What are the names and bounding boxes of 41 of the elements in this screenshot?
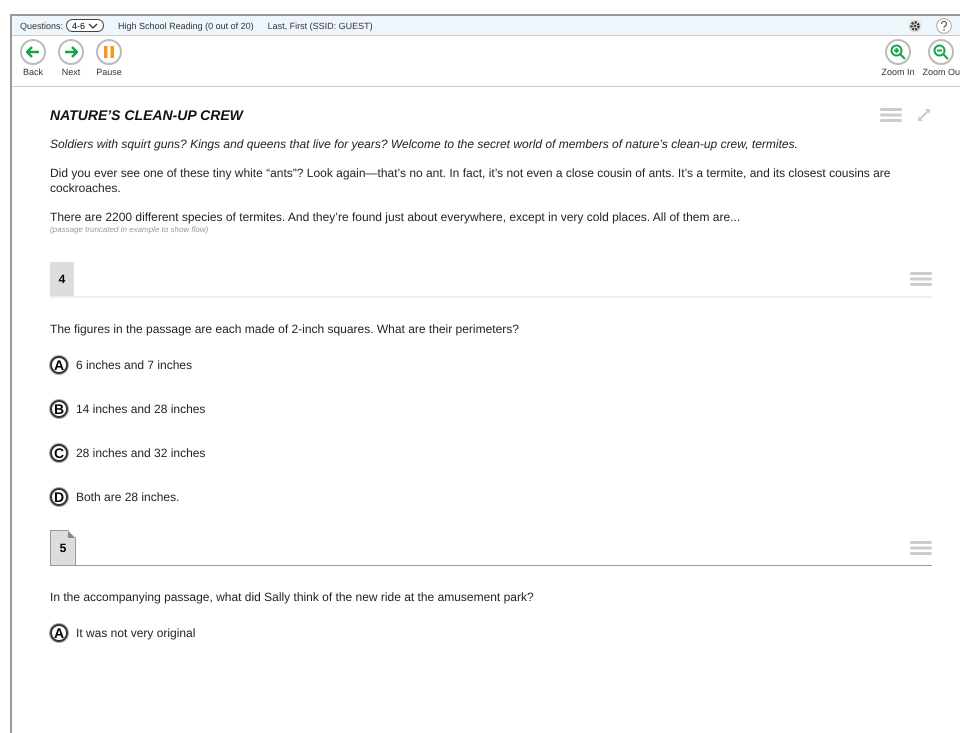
zoom-in-icon (890, 44, 906, 60)
option-letter: B (50, 400, 68, 418)
question-number: 4 (50, 262, 74, 296)
option-letter: A (50, 624, 68, 642)
question-prompt: In the accompanying passage, what did Sally think of the new ride at the amusement park? (50, 590, 535, 604)
passage-paragraph: There are 2200 different species of termites. And they’re found just about everywhere, except in very cold places. All of them are... (50, 210, 742, 225)
passage-paragraph: Soldiers with squirt guns? Kings and queens that live for years? Welcome to the secret world of members of nature’s clean-up crew, termites. (50, 137, 799, 152)
option-letter: A (50, 356, 68, 374)
student-name: Last, First (SSID: GUEST) (268, 20, 373, 30)
question-number: 5 (50, 530, 76, 565)
answer-option[interactable]: C 28 inches and 32 inches (50, 444, 206, 462)
option-text: It was not very original (76, 626, 196, 640)
zoom-out-button[interactable]: Zoom Ou (922, 39, 960, 77)
expand-icon[interactable] (916, 107, 932, 123)
answer-option[interactable]: B 14 inches and 28 inches (50, 400, 206, 418)
pause-icon (104, 46, 114, 58)
passage-title: NATURE’S CLEAN-UP CREW (50, 107, 243, 123)
right-arrow-icon (64, 46, 78, 58)
settings-icon[interactable] (908, 18, 922, 32)
answer-option[interactable]: A 6 inches and 7 inches (50, 356, 192, 374)
option-text: 28 inches and 32 inches (76, 446, 206, 460)
option-text: 6 inches and 7 inches (76, 358, 192, 372)
option-text: 14 inches and 28 inches (76, 402, 206, 416)
left-arrow-icon (26, 46, 40, 58)
zoom-out-icon (933, 44, 950, 60)
option-letter: D (50, 488, 68, 506)
question-prompt: The figures in the passage are each made of 2-inch squares. What are their perimeters? (50, 322, 520, 336)
passage-paragraph: Did you ever see one of these tiny white “ants”? Look again—that’s no ant. In fact, it’s not even a close cousin of ants. It’s a termite, and its closest cousins are cockroaches. (50, 166, 892, 196)
questions-dropdown[interactable]: 4-6 (66, 19, 104, 32)
help-icon[interactable] (936, 18, 952, 34)
answer-option[interactable]: A It was not very original (50, 624, 196, 642)
questions-label: Questions: (20, 20, 64, 30)
menu-icon[interactable] (910, 540, 932, 554)
menu-icon[interactable] (880, 108, 902, 122)
answer-option[interactable]: D Both are 28 inches. (50, 488, 180, 506)
test-title: High School Reading (0 out of 20) (118, 20, 254, 30)
chevron-icon (88, 22, 98, 28)
menu-icon[interactable] (910, 272, 932, 286)
option-letter: C (50, 444, 68, 462)
passage-note: (passage truncated in example to show flow) (50, 225, 210, 234)
option-text: Both are 28 inches. (76, 490, 180, 504)
